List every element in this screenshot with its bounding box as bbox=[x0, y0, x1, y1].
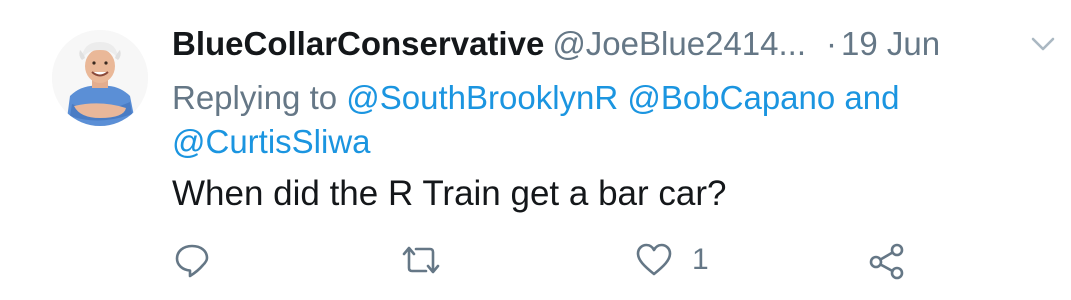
tweet[interactable]: BlueCollarConservative @JoeBlue2414... · 19… bbox=[0, 0, 1071, 300]
tweet-header: BlueCollarConservative @JoeBlue2414... · 19… bbox=[172, 20, 1052, 68]
replying-to: Replying to @SouthBrooklynR @BobCapano a… bbox=[172, 76, 992, 164]
display-name[interactable]: BlueCollarConservative bbox=[172, 25, 544, 62]
reply-bubble-icon bbox=[172, 240, 212, 280]
avatar[interactable] bbox=[52, 30, 148, 126]
reply-button[interactable] bbox=[172, 238, 212, 282]
retweet-button[interactable] bbox=[398, 238, 444, 282]
heart-icon bbox=[634, 240, 674, 280]
chevron-down-icon[interactable] bbox=[1030, 34, 1056, 54]
share-icon bbox=[866, 240, 910, 280]
mention-bobcapano[interactable]: @BobCapano bbox=[627, 79, 835, 116]
share-button[interactable] bbox=[866, 238, 910, 282]
tweet-date[interactable]: 19 Jun bbox=[841, 25, 940, 62]
mention-curtissliwa[interactable]: @CurtisSliwa bbox=[172, 123, 371, 160]
like-count: 1 bbox=[692, 243, 709, 276]
avatar-image bbox=[52, 30, 148, 126]
like-button[interactable]: 1 bbox=[634, 238, 709, 282]
mentions-conjunction[interactable]: and bbox=[844, 79, 899, 116]
separator-dot: · bbox=[825, 25, 837, 62]
user-handle[interactable]: @JoeBlue2414... bbox=[552, 25, 806, 62]
mention-southbrooklynr[interactable]: @SouthBrooklynR bbox=[346, 79, 618, 116]
tweet-text: When did the R Train get a bar car? bbox=[172, 174, 727, 213]
retweet-icon bbox=[398, 240, 444, 280]
replying-to-label: Replying to bbox=[172, 79, 338, 116]
